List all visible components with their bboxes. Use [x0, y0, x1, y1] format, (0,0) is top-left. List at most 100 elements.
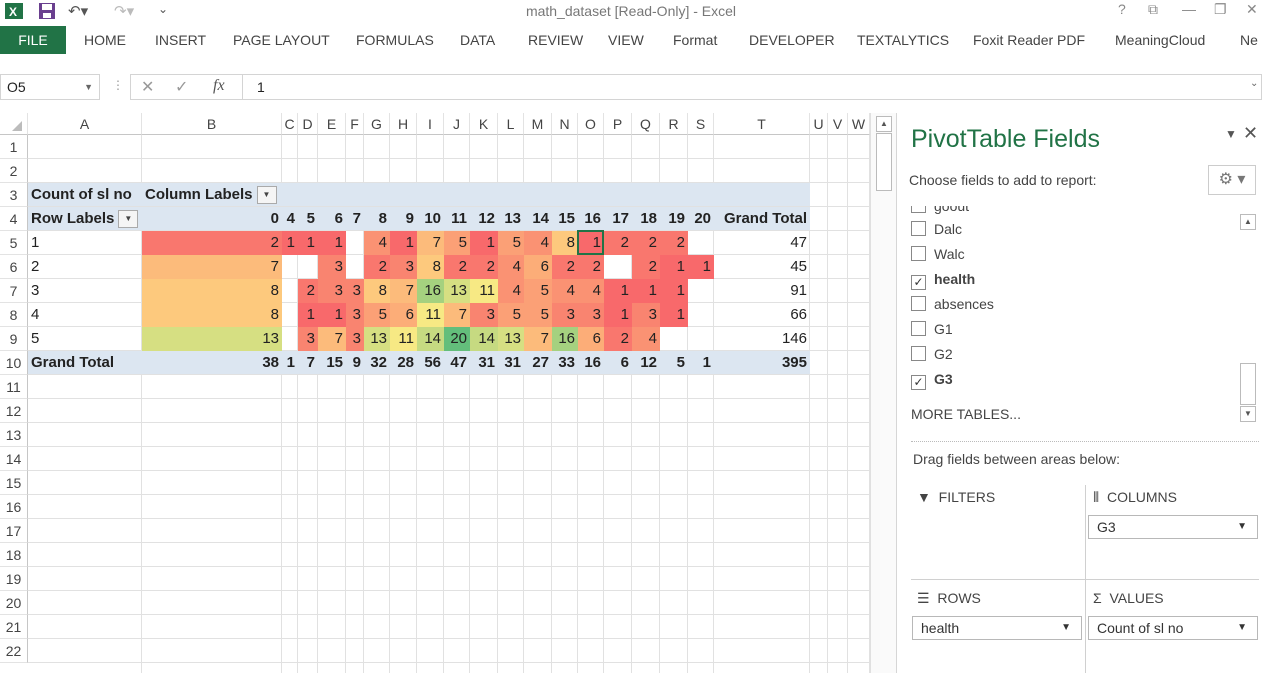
column-header-w[interactable]: W — [848, 113, 870, 135]
name-box[interactable]: O5 ▼ — [0, 74, 100, 100]
pivot-value-cell[interactable]: 1 — [660, 279, 688, 303]
column-header-e[interactable]: E — [318, 113, 346, 135]
tab-textalytics[interactable]: TEXTALYTICS — [857, 32, 949, 48]
column-header-n[interactable]: N — [552, 113, 578, 135]
pivot-value-cell[interactable]: 6 — [524, 255, 552, 279]
checkbox-unchecked[interactable] — [911, 246, 926, 261]
pivot-value-cell[interactable]: 3 — [470, 303, 498, 327]
pivot-value-cell[interactable] — [282, 279, 298, 303]
pane-options-chevron-icon[interactable]: ▼ — [1225, 127, 1237, 141]
pivot-value-cell[interactable]: 1 — [660, 303, 688, 327]
pivot-value-cell[interactable]: 5 — [498, 303, 524, 327]
pivot-value-cell[interactable]: 3 — [346, 327, 364, 351]
pivot-value-cell[interactable]: 1 — [282, 231, 298, 255]
tab-foxit-reader-pdf[interactable]: Foxit Reader PDF — [973, 32, 1085, 48]
pivot-value-cell[interactable]: 3 — [632, 303, 660, 327]
chevron-down-icon[interactable]: ▼ — [1237, 516, 1247, 538]
column-header-q[interactable]: Q — [632, 113, 660, 135]
pivot-value-cell[interactable]: 2 — [364, 255, 390, 279]
column-header-a[interactable]: A — [28, 113, 142, 135]
pivot-value-cell[interactable]: 8 — [142, 279, 282, 303]
checkbox-unchecked[interactable] — [911, 221, 926, 236]
pivot-value-cell[interactable]: 13 — [498, 327, 524, 351]
pivot-value-cell[interactable]: 1 — [298, 231, 318, 255]
field-g2[interactable]: G2 — [911, 346, 953, 362]
pivot-value-cell[interactable]: 2 — [142, 231, 282, 255]
pivot-value-cell[interactable]: 4 — [578, 279, 604, 303]
ribbon-display-icon[interactable]: ⧉ — [1148, 1, 1158, 18]
tab-overflow[interactable]: Ne — [1240, 32, 1258, 48]
row-header-21[interactable]: 21 — [0, 615, 28, 639]
pivot-value-cell[interactable]: 7 — [417, 231, 444, 255]
pivot-value-cell[interactable]: 2 — [552, 255, 578, 279]
row-header-22[interactable]: 22 — [0, 639, 28, 663]
scroll-thumb[interactable] — [1240, 363, 1256, 405]
column-header-u[interactable]: U — [810, 113, 828, 135]
pivot-value-cell[interactable]: 6 — [390, 303, 417, 327]
pivot-value-cell[interactable]: 2 — [444, 255, 470, 279]
tab-file[interactable]: FILE — [0, 26, 66, 54]
pivot-value-cell[interactable]: 14 — [417, 327, 444, 351]
row-header-13[interactable]: 13 — [0, 423, 28, 447]
checkbox-checked[interactable]: ✓ — [911, 275, 926, 290]
rows-field-dropdown[interactable]: health ▼ — [912, 616, 1082, 640]
pivot-value-cell[interactable] — [282, 303, 298, 327]
column-header-v[interactable]: V — [828, 113, 848, 135]
pivot-value-cell[interactable]: 5 — [444, 231, 470, 255]
pivot-value-cell[interactable]: 4 — [632, 327, 660, 351]
pivot-value-cell[interactable] — [298, 255, 318, 279]
pivot-value-cell[interactable]: 2 — [578, 255, 604, 279]
checkbox-checked[interactable]: ✓ — [911, 375, 926, 390]
pivot-value-cell[interactable]: 1 — [688, 255, 714, 279]
pivot-value-cell[interactable]: 4 — [364, 231, 390, 255]
pivot-value-cell[interactable]: 3 — [318, 255, 346, 279]
pivot-value-cell[interactable]: 1 — [604, 303, 632, 327]
pivot-value-cell[interactable]: 3 — [390, 255, 417, 279]
row-header-16[interactable]: 16 — [0, 495, 28, 519]
pivot-value-cell[interactable]: 2 — [632, 255, 660, 279]
row-header-5[interactable]: 5 — [0, 231, 28, 255]
column-header-h[interactable]: H — [390, 113, 417, 135]
pivot-value-cell[interactable]: 20 — [444, 327, 470, 351]
pivot-value-cell[interactable] — [688, 327, 714, 351]
column-header-d[interactable]: D — [298, 113, 318, 135]
pivot-value-cell[interactable]: 7 — [524, 327, 552, 351]
pivot-value-cell[interactable] — [346, 255, 364, 279]
row-header-12[interactable]: 12 — [0, 399, 28, 423]
pivot-value-cell[interactable] — [604, 255, 632, 279]
pivot-value-cell[interactable]: 4 — [498, 255, 524, 279]
vertical-scrollbar[interactable]: ▲ — [870, 113, 896, 673]
pivot-value-cell[interactable]: 2 — [604, 231, 632, 255]
pivot-value-cell[interactable]: 4 — [498, 279, 524, 303]
column-header-k[interactable]: K — [470, 113, 498, 135]
scroll-up-icon[interactable]: ▲ — [876, 116, 892, 132]
tab-meaningcloud[interactable]: MeaningCloud — [1115, 32, 1205, 48]
pivot-value-cell[interactable]: 16 — [552, 327, 578, 351]
close-pane-icon[interactable]: ✕ — [1243, 123, 1258, 144]
pivot-value-cell[interactable] — [660, 327, 688, 351]
row-header-19[interactable]: 19 — [0, 567, 28, 591]
pivot-value-cell[interactable] — [688, 303, 714, 327]
worksheet-grid[interactable]: A B C D E F G H I J K L M N O P Q R S T U V W 1 2 3 4 5 6 7 8 9 10 11 12 13… — [0, 113, 870, 673]
pivot-value-cell[interactable] — [282, 327, 298, 351]
column-header-m[interactable]: M — [524, 113, 552, 135]
scroll-down-icon[interactable]: ▼ — [1240, 406, 1256, 422]
scroll-thumb[interactable] — [876, 133, 892, 191]
pivot-value-cell[interactable]: 3 — [578, 303, 604, 327]
column-header-j[interactable]: J — [444, 113, 470, 135]
tab-home[interactable]: HOME — [84, 32, 126, 48]
pivot-value-cell[interactable]: 5 — [524, 279, 552, 303]
row-header-1[interactable]: 1 — [0, 135, 28, 159]
pivot-value-cell[interactable]: 11 — [417, 303, 444, 327]
pivot-value-cell[interactable]: 13 — [142, 327, 282, 351]
columns-field-dropdown[interactable]: G3 ▼ — [1088, 515, 1258, 539]
checkbox-unchecked[interactable] — [911, 346, 926, 361]
formula-input[interactable]: 1 — [243, 74, 1262, 100]
pivot-value-cell[interactable]: 3 — [552, 303, 578, 327]
pivot-value-cell[interactable]: 8 — [142, 303, 282, 327]
column-header-o[interactable]: O — [578, 113, 604, 135]
field-g1[interactable]: G1 — [911, 321, 953, 337]
column-header-c[interactable]: C — [282, 113, 298, 135]
help-icon[interactable]: ? — [1118, 1, 1126, 17]
chevron-down-icon[interactable]: ▼ — [84, 75, 93, 99]
